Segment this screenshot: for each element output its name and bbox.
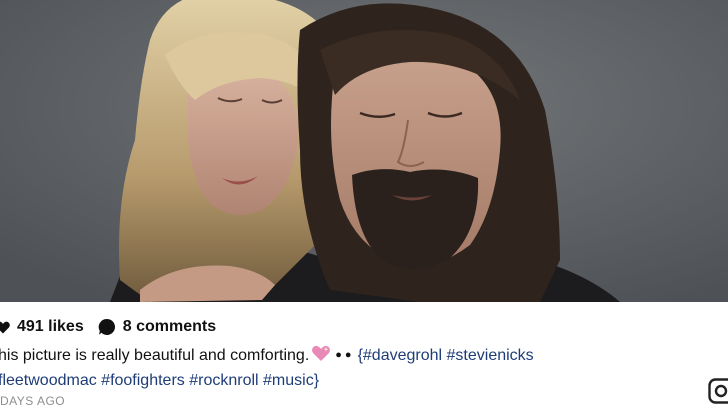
post-photo[interactable] <box>0 0 728 302</box>
post-timestamp: DAYS AGO <box>0 394 66 408</box>
speech-bubble-icon <box>98 318 116 336</box>
caption-line-1: his picture is really beautiful and comf… <box>0 344 688 369</box>
like-button[interactable]: 491 likes <box>0 318 84 336</box>
caption-hashtags-1[interactable]: {#davegrohl #stevienicks <box>358 347 534 364</box>
bullet-dots: ●● <box>335 349 355 361</box>
stats-row: 491 likes 8 comments <box>0 316 216 338</box>
comment-count: 8 comments <box>122 318 217 335</box>
photo-illustration <box>0 0 728 302</box>
comments-button[interactable]: 8 comments <box>98 318 216 336</box>
like-count: 491 likes <box>17 318 84 335</box>
post-info: 491 likes 8 comments his picture is real… <box>0 302 728 409</box>
heart-icon <box>0 321 10 334</box>
caption-text: his picture is really beautiful and comf… <box>0 347 310 364</box>
sparkling-heart-emoji <box>311 345 331 369</box>
camera-icon[interactable] <box>708 378 728 409</box>
caption-hashtags-2[interactable]: fleetwoodmac #foofighters #rocknroll #mu… <box>0 369 688 392</box>
post-caption: his picture is really beautiful and comf… <box>0 344 688 392</box>
